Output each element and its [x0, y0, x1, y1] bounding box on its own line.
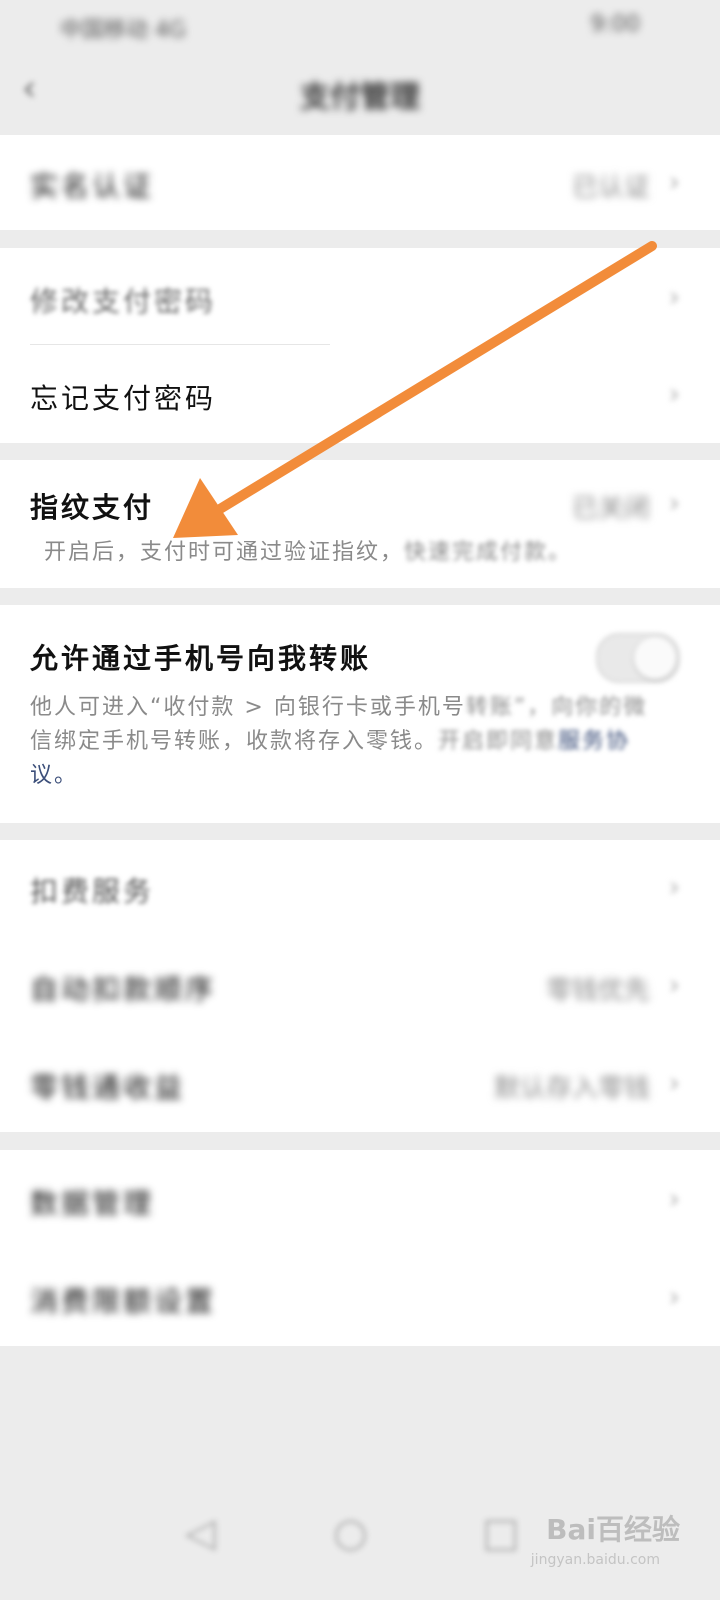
status-bar: 中国移动 4G 9:00 [0, 0, 720, 50]
fingerprint-value: 已关闭 [571, 494, 650, 524]
section-deduction: 扣费服务 › 自动扣款顺序 零钱优先 › 零钱通收益 默认存入零钱 › [0, 840, 720, 1132]
section-data: 数据管理 › 消费限额设置 › [0, 1150, 720, 1346]
fingerprint-label: 指纹支付 [30, 491, 155, 524]
chevron-right-icon: › [668, 1280, 680, 1313]
balance-label: 零钱通收益 [30, 1071, 186, 1104]
change-password-label: 修改支付密码 [30, 285, 217, 318]
row-change-password[interactable]: 修改支付密码 › [0, 248, 720, 344]
data-manage-label: 数据管理 [30, 1187, 155, 1220]
fingerprint-description: 开启后，支付时可通过验证指纹，快速完成付款。 [44, 540, 573, 565]
row-data-manage[interactable]: 数据管理 › [0, 1150, 720, 1248]
section-fingerprint: 指纹支付 已关闭 › 开启后，支付时可通过验证指纹，快速完成付款。 [0, 460, 720, 588]
nav-back-icon[interactable]: ◁ [185, 1510, 216, 1556]
phone-transfer-description: 他人可进入“收付款 > 向银行卡或手机号转账”，向你的微 信绑定手机号转账，收款… [30, 695, 648, 788]
chevron-right-icon: › [668, 870, 680, 903]
spending-limit-label: 消费限额设置 [30, 1285, 217, 1318]
deduction-order-label: 自动扣款顺序 [30, 973, 217, 1006]
row-auth[interactable]: 实名认证 已认证 › [0, 135, 720, 230]
service-agreement-link[interactable]: 服务协 [558, 725, 630, 759]
chevron-right-icon: › [668, 1066, 680, 1099]
nav-recents-icon[interactable]: □ [482, 1510, 520, 1556]
status-time: 9:00 [590, 12, 640, 37]
auth-label: 实名认证 [30, 170, 155, 203]
row-deduction[interactable]: 扣费服务 › [0, 840, 720, 936]
baidu-watermark-url: jingyan.baidu.com [530, 1552, 660, 1568]
section-password: 修改支付密码 › 忘记支付密码 › [0, 248, 720, 443]
section-phone-transfer: 允许通过手机号向我转账 他人可进入“收付款 > 向银行卡或手机号转账”，向你的微… [0, 605, 720, 823]
chevron-right-icon: › [668, 486, 680, 519]
baidu-watermark: Bai百经验 [546, 1513, 680, 1546]
deduction-order-value: 零钱优先 [545, 976, 650, 1006]
forgot-password-label: 忘记支付密码 [30, 382, 217, 415]
auth-value: 已认证 [571, 173, 650, 203]
row-spending-limit[interactable]: 消费限额设置 › [0, 1248, 720, 1346]
nav-home-icon[interactable]: ○ [333, 1510, 368, 1556]
chevron-right-icon: › [668, 377, 680, 410]
page-title: 支付管理 [300, 80, 420, 115]
status-carrier: 中国移动 4G [60, 18, 187, 43]
row-balance[interactable]: 零钱通收益 默认存入零钱 › [0, 1034, 720, 1132]
row-forgot-password[interactable]: 忘记支付密码 › [0, 345, 720, 443]
phone-transfer-label: 允许通过手机号向我转账 [30, 642, 372, 675]
phone-transfer-toggle[interactable] [596, 633, 680, 683]
section-auth: 实名认证 已认证 › [0, 135, 720, 230]
row-phone-transfer: 允许通过手机号向我转账 他人可进入“收付款 > 向银行卡或手机号转账”，向你的微… [0, 605, 720, 823]
chevron-right-icon: › [668, 968, 680, 1001]
row-deduction-order[interactable]: 自动扣款顺序 零钱优先 › [0, 936, 720, 1034]
row-fingerprint[interactable]: 指纹支付 已关闭 › 开启后，支付时可通过验证指纹，快速完成付款。 [0, 460, 720, 588]
balance-value: 默认存入零钱 [493, 1074, 650, 1104]
chevron-right-icon: › [668, 280, 680, 313]
nav-bar: ‹ 支付管理 [0, 50, 720, 130]
chevron-right-icon: › [668, 1182, 680, 1215]
deduction-label: 扣费服务 [30, 875, 155, 908]
chevron-right-icon: › [668, 165, 680, 198]
